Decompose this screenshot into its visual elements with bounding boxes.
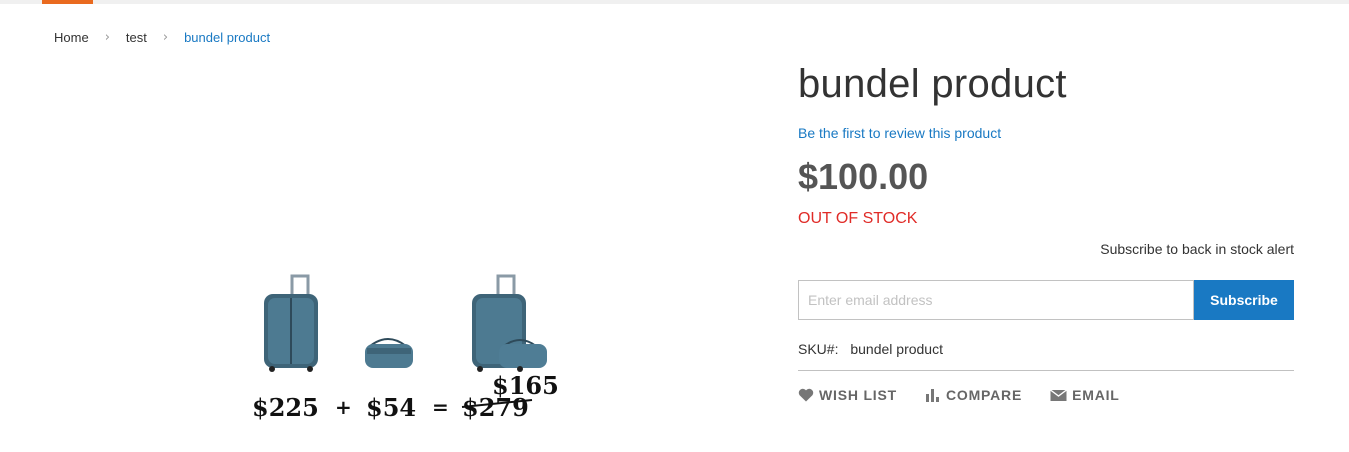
product-image-graphic: $225 + $54 = $279 $165	[252, 274, 559, 422]
wishlist-label: WISH LIST	[819, 387, 897, 403]
product-info: bundel product Be the first to review th…	[798, 58, 1294, 403]
top-bar	[0, 0, 1349, 4]
sku-value: bundel product	[850, 341, 943, 357]
chevron-right-icon: ›	[104, 30, 110, 45]
plus-text: +	[335, 395, 352, 419]
email-label: EMAIL	[1072, 387, 1120, 403]
nav-active-indicator	[42, 0, 93, 4]
luggage-set-image	[472, 274, 547, 372]
product-title: bundel product	[798, 62, 1067, 106]
duffel-bag-image	[365, 338, 413, 368]
sku-row: SKU#: bundel product	[798, 341, 943, 357]
product-actions: WISH LIST COMPARE EMAIL	[798, 387, 1148, 403]
equals-text: =	[432, 395, 449, 419]
product-price: $100.00	[798, 156, 929, 197]
subscribe-button[interactable]: Subscribe	[1194, 280, 1294, 320]
review-link[interactable]: Be the first to review this product	[798, 125, 1001, 141]
large-suitcase-image	[264, 274, 318, 372]
price-a-text: $225	[252, 393, 319, 422]
stock-alert-label: Subscribe to back in stock alert	[1100, 241, 1294, 257]
breadcrumb: Home › test › bundel product	[54, 30, 270, 45]
bar-chart-icon	[925, 388, 941, 402]
breadcrumb-category[interactable]: test	[126, 30, 147, 45]
heart-icon	[798, 388, 814, 402]
breadcrumb-current: bundel product	[184, 30, 271, 45]
stock-alert-form: Subscribe	[798, 280, 1294, 320]
envelope-icon	[1050, 388, 1068, 402]
compare-label: COMPARE	[945, 387, 1023, 403]
sku-label: SKU#:	[798, 341, 839, 357]
chevron-right-icon: ›	[162, 30, 169, 45]
stock-status: OUT OF STOCK	[798, 210, 918, 227]
product-image[interactable]: $225 + $54 = $279 $165	[240, 268, 570, 428]
divider	[798, 370, 1294, 371]
compare-link[interactable]: COMPARE	[925, 387, 1022, 403]
email-link[interactable]: EMAIL	[1050, 387, 1120, 403]
breadcrumb-home[interactable]: Home	[54, 30, 89, 45]
wishlist-link[interactable]: WISH LIST	[798, 387, 897, 403]
price-total-new-text: $165	[492, 371, 559, 400]
price-b-text: $54	[366, 393, 416, 422]
email-input[interactable]	[798, 280, 1194, 320]
